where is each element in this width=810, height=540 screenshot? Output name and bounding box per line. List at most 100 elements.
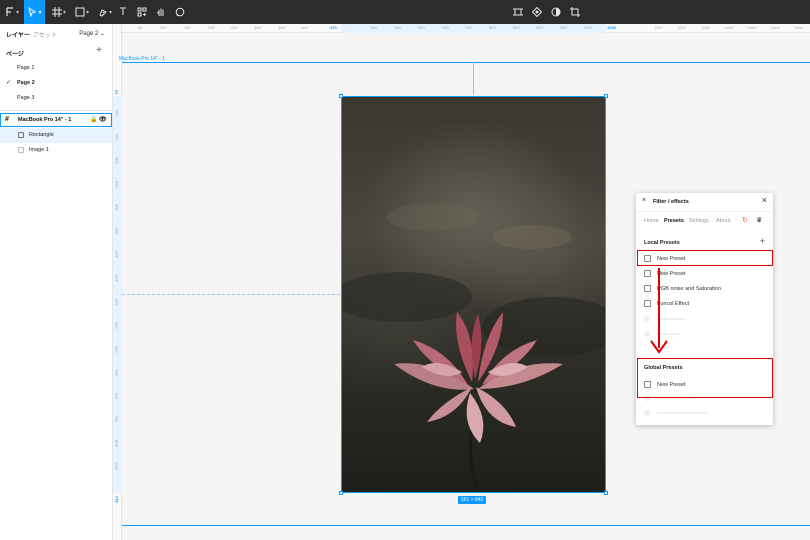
page-item-2[interactable]: ✓ Page 2 (0, 75, 113, 90)
resize-handle[interactable] (604, 491, 608, 495)
preset-item[interactable]: New Preset (636, 266, 773, 281)
tab-settings[interactable]: Settings (689, 218, 709, 224)
tab-assets[interactable]: アセット (33, 30, 57, 39)
plugin-title: Filter / effects (653, 199, 689, 205)
placeholder-row (636, 408, 773, 418)
add-preset-button[interactable]: + (760, 237, 765, 246)
resize-handle[interactable] (604, 94, 608, 98)
preset-label: RGB noise and Saturation (657, 286, 721, 292)
plugin-header: × Filter / effects × (636, 193, 773, 212)
page-dropdown[interactable]: Page 2 ⌄ (79, 30, 105, 37)
preset-label: New Preset (657, 271, 686, 277)
refresh-icon[interactable]: ↻ (742, 216, 748, 224)
layer-label: MacBook Pro 14" - 1 (18, 117, 72, 123)
tab-home[interactable]: Home (644, 218, 659, 224)
ruler-tick-label: 350 (114, 228, 119, 235)
guide-line-vertical (473, 62, 474, 95)
rectangle-icon (75, 7, 85, 17)
pen-tool-button[interactable]: ▾ (95, 0, 115, 24)
tab-presets[interactable]: Presets (664, 218, 684, 224)
ruler-tick-label: 1000 (583, 25, 592, 30)
mask-button[interactable] (531, 0, 543, 24)
preset-item[interactable]: Funcol Effect (636, 296, 773, 311)
preset-icon (644, 285, 651, 292)
ruler-tick-label: 900 (536, 25, 543, 30)
eye-icon[interactable]: 👁 (99, 116, 107, 123)
component-icon (513, 8, 523, 16)
placeholder-row (636, 314, 773, 324)
close-x-icon[interactable]: × (642, 197, 646, 204)
preset-label: Funcol Effect (657, 301, 689, 307)
move-tool-button[interactable]: ▾ (24, 0, 45, 24)
component-button[interactable] (512, 0, 524, 24)
frame-border-bottom (122, 525, 810, 526)
ruler-tick-label: 70 (114, 90, 119, 95)
ruler-tick-label: 400 (301, 25, 308, 30)
crop-icon (570, 7, 580, 17)
ruler-tick-label: 150 (114, 134, 119, 141)
ruler-tick-label: 150 (184, 25, 191, 30)
ruler-tick-label: 600 (114, 346, 119, 353)
ruler-tick-label: 700 (442, 25, 449, 30)
text-tool-button[interactable]: T (117, 0, 129, 24)
pen-icon (99, 9, 107, 17)
preset-icon (644, 300, 651, 307)
ruler-tick-label: 750 (114, 416, 119, 423)
page-item-label: Page 2 (17, 79, 35, 86)
ruler-tick-label: 250 (231, 25, 238, 30)
ruler-tick-label: 1150 (654, 25, 663, 30)
comment-icon (175, 7, 185, 17)
ruler-tick-label: 350 (278, 25, 285, 30)
frame-icon (51, 7, 62, 17)
image-layer-icon (18, 132, 24, 138)
crop-button[interactable] (569, 0, 581, 24)
ruler-tick-label: 750 (465, 25, 472, 30)
resources-button[interactable] (136, 0, 148, 24)
ruler-tick-label: 300 (114, 204, 119, 211)
placeholder-dot (644, 331, 650, 337)
lotus-image[interactable] (341, 96, 606, 493)
layer-frame-macbook[interactable]: # MacBook Pro 14" - 1 🔓 👁 (0, 113, 112, 127)
lotus-flower-illustration (342, 203, 605, 488)
crown-icon[interactable]: ♛ (756, 216, 762, 224)
lock-icon[interactable]: 🔓 (90, 116, 97, 123)
page-item-1[interactable]: Page 1 (0, 60, 113, 75)
resources-icon (137, 7, 147, 17)
ruler-tick-label: 200 (114, 157, 119, 164)
mask-icon (532, 7, 542, 17)
shape-tool-button[interactable]: ▾ (72, 0, 92, 24)
add-page-button[interactable]: + (96, 46, 102, 56)
ruler-tick-label: 100 (160, 25, 167, 30)
layer-item-image[interactable]: Image 1 (0, 143, 112, 158)
ruler-tick-label: 400 (114, 251, 119, 258)
ruler-tick-label: 600 (395, 25, 402, 30)
ruler-tick-label: 100 (114, 110, 119, 117)
hand-tool-button[interactable] (155, 0, 167, 24)
ruler-tick-label: 479 (330, 25, 337, 30)
close-icon[interactable]: × (762, 196, 767, 205)
resize-handle[interactable] (339, 491, 343, 495)
tab-layers[interactable]: レイヤー (6, 30, 30, 39)
tab-about[interactable]: About (716, 218, 730, 224)
check-icon: ✓ (6, 80, 12, 86)
main-menu-button[interactable]: ▾ (2, 0, 22, 24)
resize-handle[interactable] (339, 94, 343, 98)
panel-tabs: レイヤー アセット Page 2 ⌄ (0, 24, 113, 42)
preset-item[interactable]: RGB noise and Saturation (636, 281, 773, 296)
ruler-tick-label: 550 (371, 25, 378, 30)
page-item-3[interactable]: Page 3 (0, 90, 113, 105)
ruler-tick-label: 850 (513, 25, 520, 30)
contrast-button[interactable] (550, 0, 562, 24)
comment-tool-button[interactable] (174, 0, 186, 24)
ruler-tick-label: 1039 (607, 25, 616, 30)
ruler-left: 70 100 150 200 250 300 350 400 450 500 550 600 650 70… (113, 24, 122, 540)
ruler-tick-label: 650 (114, 369, 119, 376)
hand-icon (157, 8, 164, 16)
ruler-tick-label: 1300 (724, 25, 733, 30)
placeholder-dot (644, 316, 650, 322)
ruler-tick-label: 1400 (771, 25, 780, 30)
layer-item-rectangle[interactable]: Rectangle (0, 128, 112, 143)
ruler-tick-label: 1350 (747, 25, 756, 30)
frame-tool-button[interactable]: ▾ (49, 0, 69, 24)
toolbar: ▾ ▾ ▾ ▾ ▾ T (0, 0, 810, 24)
